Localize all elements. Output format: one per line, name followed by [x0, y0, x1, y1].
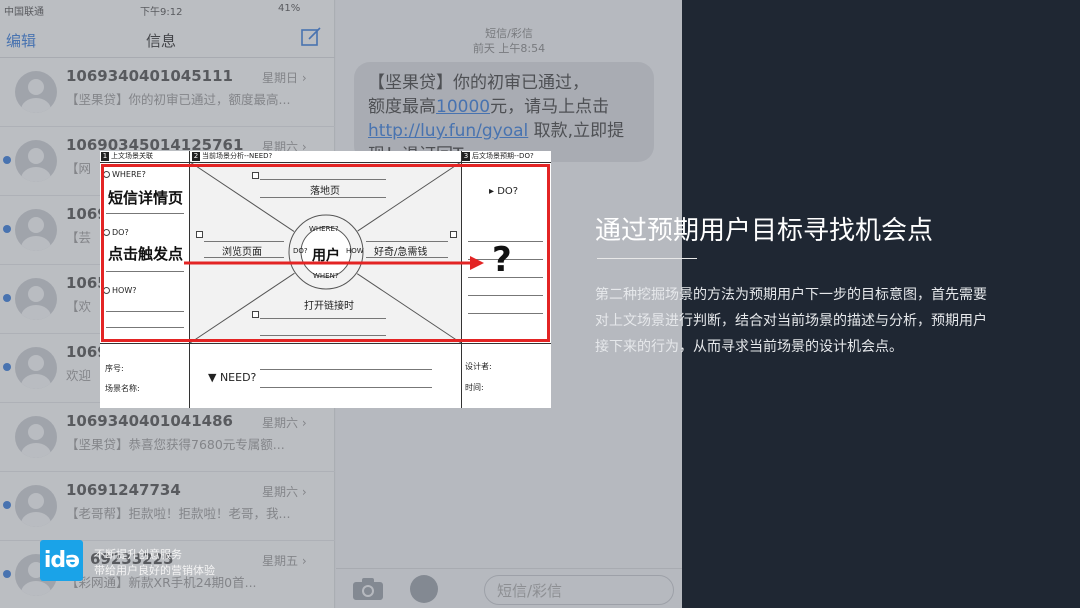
- title-underline: [597, 258, 697, 259]
- description-text: 第二种挖掘场景的方法为预期用户下一步的目标意图，首先需要对上文场景进行判断，结合…: [595, 287, 987, 355]
- brand-slogan-line1: 不断提升创意服务: [94, 548, 182, 561]
- brand-slogan-line2: 带给用户良好的营销体验: [94, 564, 215, 577]
- page-title: 通过预期用户目标寻找机会点: [595, 216, 934, 246]
- scene-analysis-template: 1 上文场景关联 2 当前场景分析--NEED? 3 后文场景预期--DO? WHER…: [100, 151, 551, 408]
- brand-logo: idə: [40, 540, 83, 581]
- arrow-icon: [184, 256, 484, 270]
